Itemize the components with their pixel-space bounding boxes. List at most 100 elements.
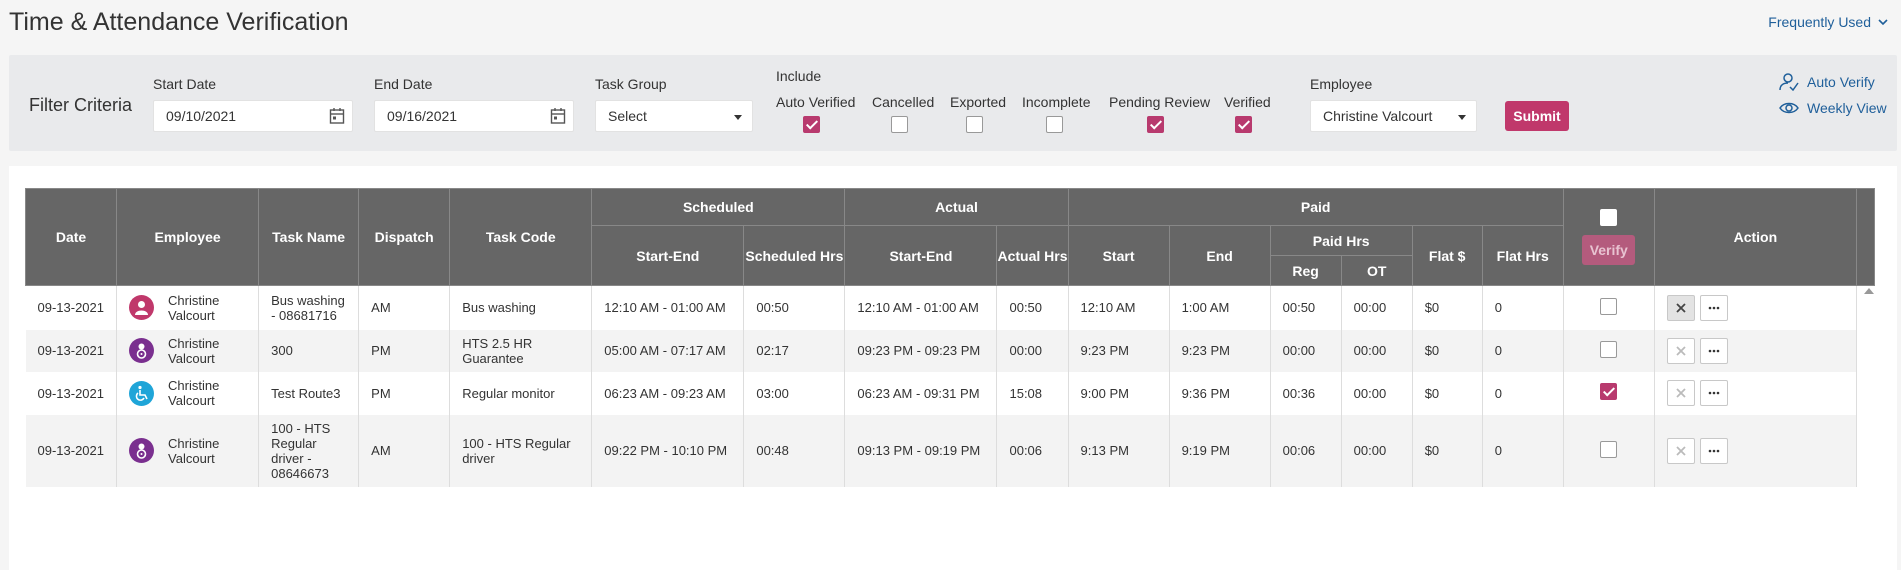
employee-name: Christine Valcourt	[168, 292, 220, 323]
wheelchair-icon	[129, 380, 155, 406]
cell-flat-dollar: $0	[1412, 285, 1483, 330]
submit-button[interactable]: Submit	[1505, 101, 1569, 131]
more-options-button[interactable]	[1699, 294, 1728, 321]
include-cancelled-label: Cancelled	[872, 94, 935, 110]
eye-icon	[1779, 102, 1799, 114]
col-header-task-name[interactable]: Task Name	[258, 188, 360, 286]
include-verified-label: Verified	[1224, 94, 1271, 110]
auto-verify-link[interactable]: Auto Verify	[1779, 73, 1875, 91]
cell-dispatch: PM	[358, 371, 451, 415]
include-verified-checkbox[interactable]	[1235, 116, 1252, 133]
verify-button[interactable]: Verify	[1582, 235, 1636, 265]
cell-ot: 00:00	[1341, 285, 1413, 330]
col-header-task-code[interactable]: Task Code	[449, 188, 593, 286]
cell-actual-start-end: 09:23 PM - 09:23 PM	[844, 329, 998, 372]
reject-button[interactable]	[1666, 294, 1695, 321]
reject-button[interactable]	[1666, 337, 1695, 364]
calendar-icon[interactable]	[329, 107, 345, 125]
table-row[interactable]: 09-13-2021 Christine Valcourt Test Route3 P…	[25, 371, 1875, 415]
scroll-up-arrow-icon[interactable]	[1864, 288, 1874, 294]
cell-task-code: HTS 2.5 HR Guarantee	[449, 329, 593, 372]
cell-task-code: Bus washing	[449, 285, 593, 330]
include-auto-verified-checkbox[interactable]	[803, 116, 820, 133]
include-pending-review-checkbox[interactable]	[1147, 116, 1164, 133]
col-header-actual-start-end[interactable]: Start-End	[844, 225, 998, 286]
filter-criteria-title: Filter Criteria	[29, 95, 133, 115]
table-row[interactable]: 09-13-2021 Christine Valcourt Bus washing …	[25, 285, 1875, 330]
page-title: Time & Attendance Verification	[9, 8, 349, 36]
task-group-select[interactable]: Select	[595, 100, 753, 132]
row-verify-checkbox[interactable]	[1600, 383, 1618, 400]
cell-verify	[1563, 285, 1655, 330]
cell-scheduled-start-end: 12:10 AM - 01:00 AM	[591, 285, 745, 330]
close-icon	[1675, 387, 1687, 399]
col-group-scheduled: Scheduled	[591, 188, 846, 226]
table-row[interactable]: 09-13-2021 Christine Valcourt 300 PM HTS 2.5…	[25, 329, 1875, 372]
select-all-checkbox[interactable]	[1600, 209, 1618, 226]
cell-spacer	[1856, 414, 1875, 487]
employee-name: Christine Valcourt	[168, 435, 220, 466]
cell-task-name: Bus washing - 08681716	[258, 285, 360, 330]
calendar-icon[interactable]	[550, 107, 566, 125]
cell-task-name: Test Route3	[258, 371, 360, 415]
employee-value: Christine Valcourt	[1323, 108, 1433, 124]
col-header-scheduled-start-end[interactable]: Start-End	[591, 225, 745, 286]
start-date-input[interactable]: 09/10/2021	[153, 100, 353, 132]
employee-select[interactable]: Christine Valcourt	[1310, 100, 1477, 132]
cell-flat-hrs: 0	[1482, 371, 1564, 415]
person-icon	[129, 295, 155, 321]
cell-scheduled-hrs: 00:50	[743, 285, 846, 330]
chevron-down-icon	[1878, 19, 1888, 26]
col-header-employee[interactable]: Employee	[116, 188, 260, 286]
row-verify-checkbox[interactable]	[1600, 340, 1618, 358]
more-options-button[interactable]	[1699, 437, 1728, 464]
cell-reg: 00:06	[1270, 414, 1342, 487]
cell-action	[1654, 371, 1857, 415]
col-header-flat-hrs[interactable]: Flat Hrs	[1481, 225, 1564, 286]
auto-verify-label: Auto Verify	[1807, 74, 1875, 90]
cell-action	[1654, 285, 1857, 330]
cell-task-code: 100 - HTS Regular driver	[449, 414, 593, 487]
close-icon	[1675, 445, 1687, 457]
more-options-button[interactable]	[1699, 380, 1728, 406]
row-verify-checkbox[interactable]	[1600, 297, 1618, 315]
cell-paid-start: 9:13 PM	[1068, 414, 1170, 487]
end-date-label: End Date	[374, 76, 433, 92]
col-header-date[interactable]: Date	[24, 188, 118, 286]
row-verify-checkbox[interactable]	[1600, 440, 1618, 458]
cell-scheduled-hrs: 03:00	[743, 371, 846, 415]
include-incomplete-checkbox[interactable]	[1046, 116, 1063, 133]
reject-button[interactable]	[1666, 380, 1695, 406]
filter-panel: Filter Criteria Start Date 09/10/2021 En…	[9, 55, 1897, 151]
cell-dispatch: PM	[358, 329, 451, 372]
driver-icon	[129, 438, 155, 463]
col-header-paid-start[interactable]: Start	[1067, 225, 1170, 286]
cell-flat-dollar: $0	[1412, 414, 1483, 487]
col-header-reg[interactable]: Reg	[1269, 255, 1342, 286]
col-header-scheduled-hrs[interactable]: Scheduled Hrs	[743, 225, 846, 286]
col-header-paid-end[interactable]: End	[1168, 225, 1271, 286]
cell-scheduled-hrs: 02:17	[743, 329, 846, 372]
cell-ot: 00:00	[1341, 329, 1413, 372]
col-group-paid-hrs: Paid Hrs	[1269, 225, 1413, 256]
frequently-used-menu[interactable]: Frequently Used	[1768, 14, 1889, 30]
more-options-button[interactable]	[1699, 337, 1728, 364]
cell-task-code: Regular monitor	[449, 371, 593, 415]
col-header-flat-dollar[interactable]: Flat $	[1411, 225, 1483, 286]
include-pending-review-label: Pending Review	[1109, 94, 1211, 110]
col-header-dispatch[interactable]: Dispatch	[358, 188, 451, 286]
col-header-ot[interactable]: OT	[1340, 255, 1413, 286]
table-row[interactable]: 09-13-2021 Christine Valcourt 100 - HTS Re…	[25, 414, 1875, 487]
cell-reg: 00:00	[1270, 329, 1342, 372]
weekly-view-link[interactable]: Weekly View	[1779, 99, 1887, 117]
start-date-value: 09/10/2021	[166, 108, 237, 124]
end-date-input[interactable]: 09/16/2021	[374, 100, 574, 132]
include-cancelled-checkbox[interactable]	[891, 116, 908, 133]
col-header-actual-hrs[interactable]: Actual Hrs	[996, 225, 1069, 286]
col-group-actual: Actual	[844, 188, 1069, 226]
reject-button[interactable]	[1666, 437, 1695, 464]
include-exported-checkbox[interactable]	[966, 116, 983, 133]
caret-down-icon	[734, 115, 742, 120]
cell-scheduled-hrs: 00:48	[743, 414, 846, 487]
include-auto-verified-label: Auto Verified	[776, 94, 856, 110]
